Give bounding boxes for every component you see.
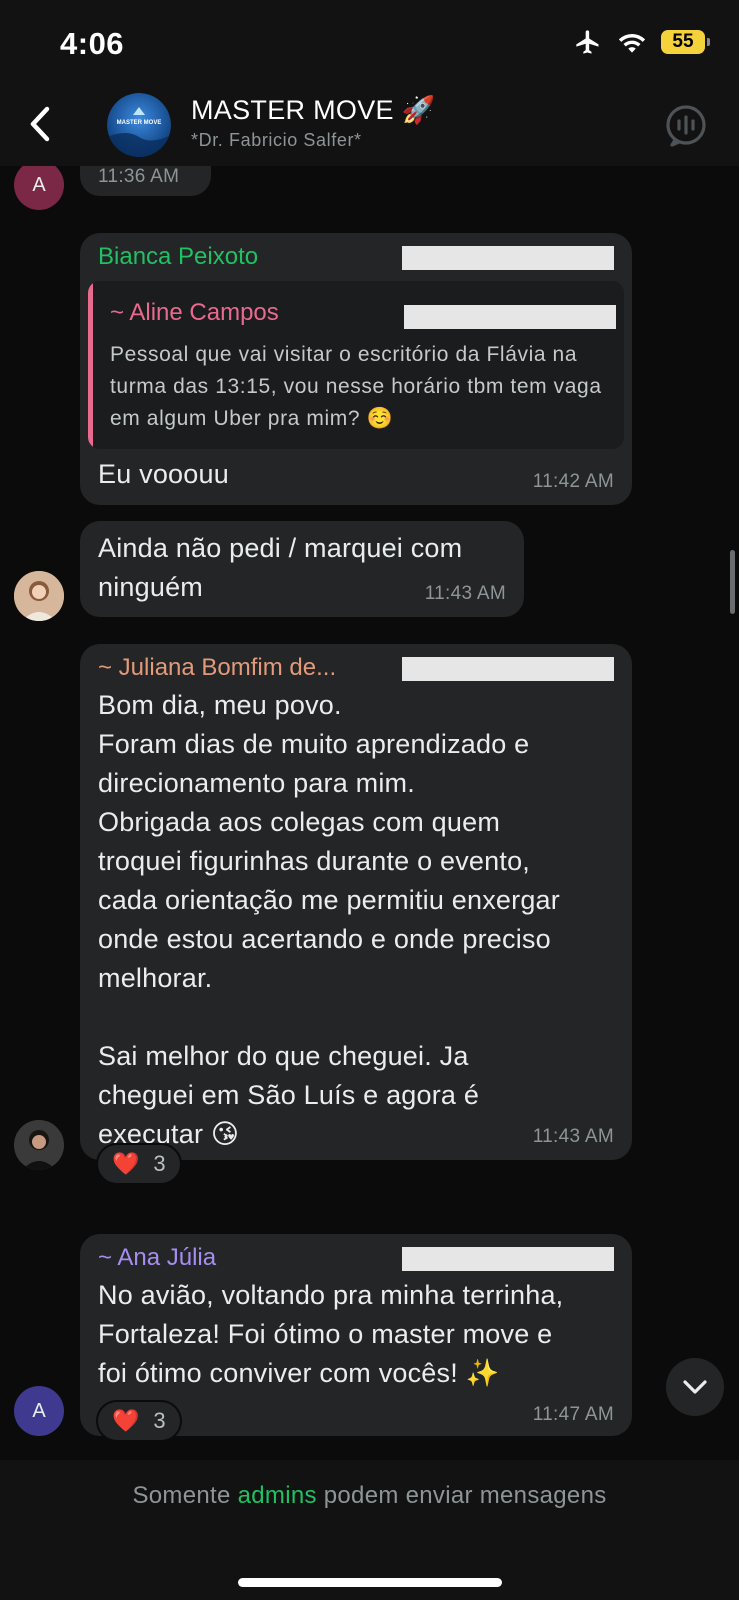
back-button[interactable] bbox=[18, 102, 62, 146]
chat-header: MASTER MOVE MASTER MOVE 🚀 *Dr. Fabricio … bbox=[0, 88, 739, 166]
home-indicator[interactable] bbox=[238, 1578, 502, 1587]
message-sender[interactable]: ~ Ana Júlia bbox=[98, 1244, 216, 1272]
quoted-message[interactable]: ~ Aline Campos Pessoal que vai visitar o… bbox=[88, 281, 624, 449]
scroll-down-button[interactable] bbox=[666, 1358, 724, 1416]
message-time: 11:43 AM bbox=[424, 583, 506, 604]
redacted-block bbox=[402, 246, 614, 270]
person-photo-icon bbox=[14, 1120, 64, 1170]
message-text: Eu vooouu bbox=[98, 459, 229, 489]
quote-sender: ~ Aline Campos bbox=[110, 299, 279, 326]
group-title[interactable]: MASTER MOVE 🚀 bbox=[191, 94, 436, 126]
redacted-block bbox=[402, 1247, 614, 1271]
person-photo-icon bbox=[14, 571, 64, 621]
message-text: Ainda não pedi / marquei com ninguém bbox=[98, 533, 463, 602]
heart-icon: ❤️ bbox=[112, 1151, 140, 1176]
avatar-photo[interactable] bbox=[14, 571, 64, 621]
voice-chat-button[interactable] bbox=[663, 102, 709, 148]
message-time: 11:43 AM bbox=[532, 1126, 614, 1147]
message-sender[interactable]: ~ Juliana Bomfim de... bbox=[98, 654, 336, 682]
avatar-a[interactable]: A bbox=[14, 1386, 64, 1436]
avatar-photo[interactable] bbox=[14, 1120, 64, 1170]
status-icons: 55 bbox=[573, 28, 710, 56]
message-sender[interactable]: Bianca Peixoto bbox=[98, 243, 258, 271]
battery-icon: 55 bbox=[661, 30, 710, 54]
bottom-bar: Somente admins podem enviar mensagens bbox=[0, 1460, 739, 1600]
reaction-count: 3 bbox=[153, 1408, 166, 1433]
message-bubble[interactable]: Bianca Peixoto ~ Aline Campos Pessoal qu… bbox=[80, 233, 632, 505]
chevron-down-icon bbox=[683, 1380, 707, 1394]
message-bubble[interactable]: 11:36 AM bbox=[80, 166, 211, 196]
message-time: 11:42 AM bbox=[532, 471, 614, 492]
group-subtitle: *Dr. Fabricio Salfer* bbox=[191, 130, 362, 150]
message-text: Bom dia, meu povo. Foram dias de muito a… bbox=[98, 690, 560, 1149]
admin-only-notice: Somente admins podem enviar mensagens bbox=[0, 1482, 739, 1510]
message-time: 11:36 AM bbox=[98, 166, 180, 187]
quote-bar bbox=[88, 281, 93, 449]
reaction-pill[interactable]: ❤️ 3 bbox=[96, 1400, 182, 1442]
avatar-a[interactable]: A bbox=[14, 166, 64, 210]
chat-area[interactable]: A 11:36 AM Bianca Peixoto ~ Aline Campos… bbox=[0, 166, 739, 1460]
avatar-initial: A bbox=[32, 1399, 46, 1422]
chevron-left-icon bbox=[30, 106, 50, 142]
group-avatar-text: MASTER MOVE bbox=[116, 120, 162, 126]
reaction-count: 3 bbox=[153, 1151, 166, 1176]
heart-icon: ❤️ bbox=[112, 1408, 140, 1433]
avatar-initial: A bbox=[32, 173, 46, 196]
message-bubble[interactable]: Ainda não pedi / marquei com ninguém 11:… bbox=[80, 521, 524, 617]
message-time: 11:47 AM bbox=[532, 1404, 614, 1425]
message-bubble[interactable]: ~ Juliana Bomfim de... Bom dia, meu povo… bbox=[80, 644, 632, 1160]
airplane-icon bbox=[576, 30, 599, 54]
notice-admins[interactable]: admins bbox=[238, 1482, 317, 1509]
voice-chat-icon bbox=[666, 105, 706, 147]
redacted-block bbox=[404, 305, 616, 329]
notice-pre: Somente bbox=[132, 1482, 238, 1509]
status-bar: 4:06 55 bbox=[0, 0, 739, 88]
scroll-indicator[interactable] bbox=[730, 550, 735, 614]
redacted-block bbox=[402, 657, 614, 681]
reaction-pill[interactable]: ❤️ 3 bbox=[96, 1143, 182, 1185]
wifi-icon bbox=[618, 34, 646, 53]
notice-post: podem enviar mensagens bbox=[316, 1482, 607, 1509]
group-avatar[interactable]: MASTER MOVE bbox=[107, 93, 171, 157]
quote-text: Pessoal que vai visitar o escritório da … bbox=[110, 343, 602, 430]
message-text: No avião, voltando pra minha terrinha, F… bbox=[98, 1280, 564, 1388]
status-time: 4:06 bbox=[60, 26, 125, 61]
